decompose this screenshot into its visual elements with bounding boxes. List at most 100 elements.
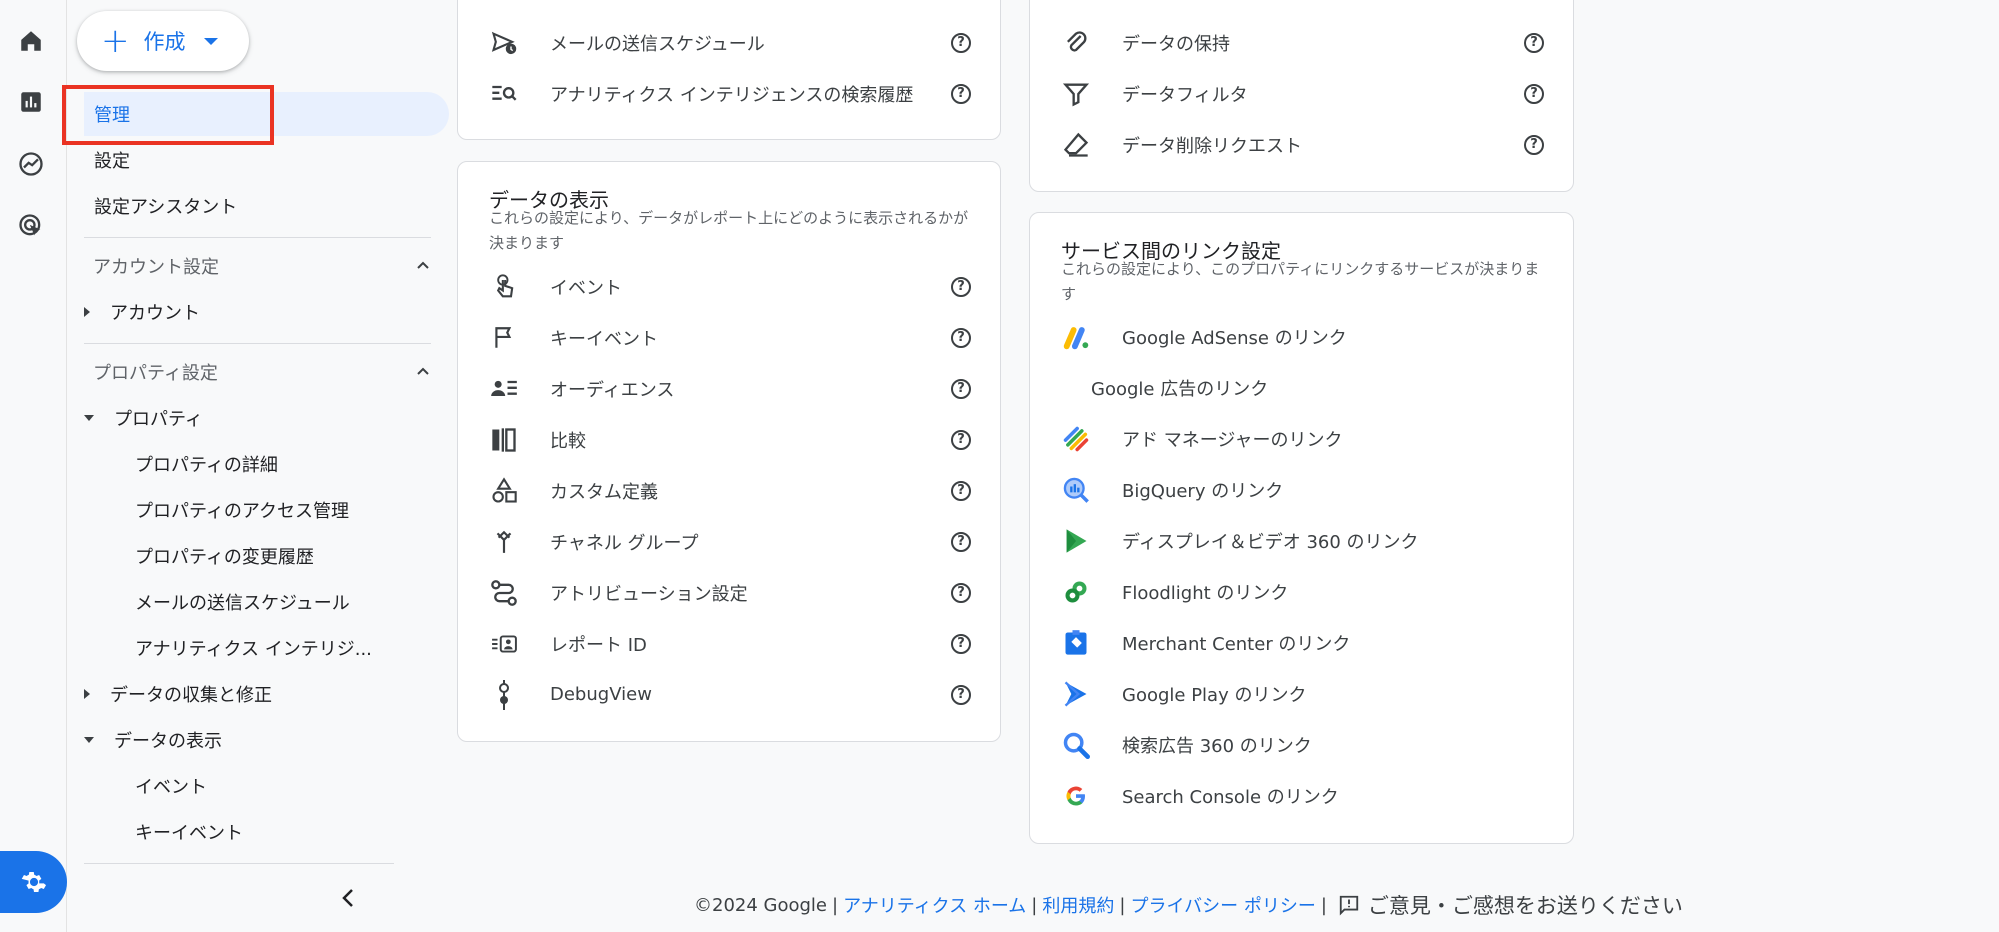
- dv360-logo-icon: [1060, 525, 1092, 557]
- nav-item-account[interactable]: アカウント: [84, 290, 200, 334]
- merge-icon: [488, 526, 520, 558]
- row-email-schedule[interactable]: メールの送信スケジュール ?: [458, 17, 1002, 68]
- account-settings-header[interactable]: アカウント設定: [93, 246, 431, 286]
- sa360-logo-icon: [1060, 729, 1092, 761]
- row-ad-manager-link[interactable]: アド マネージャーのリンク: [1030, 413, 1575, 464]
- collapse-chevron-left-icon[interactable]: [339, 887, 357, 909]
- row-events[interactable]: イベント ?: [458, 261, 1002, 312]
- footer-feedback-label: ご意見・ご感想をお送りください: [1367, 894, 1683, 918]
- row-data-filter[interactable]: データフィルタ ?: [1030, 68, 1575, 119]
- row-label: アナリティクス インテリジェンスの検索履歴: [550, 84, 914, 106]
- home-icon[interactable]: [16, 26, 46, 56]
- row-comparisons[interactable]: 比較 ?: [458, 414, 1002, 465]
- row-label: データフィルタ: [1122, 84, 1248, 106]
- reports-icon[interactable]: [16, 87, 46, 117]
- nav-item-property-details[interactable]: プロパティの詳細: [135, 442, 278, 486]
- row-label: 比較: [550, 430, 586, 452]
- row-label: データ削除リクエスト: [1122, 135, 1302, 157]
- row-label: アド マネージャーのリンク: [1122, 429, 1343, 451]
- row-debugview[interactable]: DebugView ?: [458, 669, 1002, 720]
- help-icon[interactable]: ?: [1524, 83, 1544, 104]
- route-icon: [488, 577, 520, 609]
- nav-item-analytics-intelligence[interactable]: アナリティクス インテリジ...: [135, 626, 372, 670]
- nav-item-property-history[interactable]: プロパティの変更履歴: [135, 534, 314, 578]
- explore-icon[interactable]: [16, 149, 46, 179]
- row-report-id[interactable]: レポート ID ?: [458, 618, 1002, 669]
- footer: ©2024 Google | アナリティクス ホーム | 利用規約 | プライバ…: [694, 890, 1683, 920]
- card-description: これらの設定により、このプロパティにリンクするサービスが決まります: [1061, 260, 1540, 303]
- footer-privacy-link[interactable]: プライバシー ポリシー: [1130, 892, 1315, 918]
- row-label: Google 広告のリンク: [1091, 378, 1269, 400]
- row-merchant-center-link[interactable]: Merchant Center のリンク: [1030, 617, 1575, 668]
- highlight-admin: [62, 85, 274, 145]
- account-settings-label: アカウント設定: [93, 257, 219, 278]
- property-settings-header[interactable]: プロパティ設定: [93, 352, 431, 392]
- row-attribution-settings[interactable]: アトリビューション設定 ?: [458, 567, 1002, 618]
- help-icon[interactable]: ?: [951, 327, 971, 348]
- nav-item-setup-assistant[interactable]: 設定アシスタント: [94, 184, 237, 228]
- search-list-icon: [488, 78, 520, 110]
- footer-feedback-link[interactable]: ご意見・ご感想をお送りください: [1332, 890, 1683, 920]
- card-data-settings: データの保持 ? データフィルタ ? データ削除リクエスト ?: [1029, 0, 1574, 192]
- help-icon[interactable]: ?: [951, 429, 971, 450]
- advertising-icon[interactable]: [16, 211, 46, 241]
- row-intelligence-history[interactable]: アナリティクス インテリジェンスの検索履歴 ?: [458, 68, 1002, 119]
- row-search-console-link[interactable]: Search Console のリンク: [1030, 770, 1575, 821]
- help-icon[interactable]: ?: [951, 582, 971, 603]
- help-icon[interactable]: ?: [951, 684, 971, 705]
- footer-copyright: ©2024 Google: [694, 894, 828, 916]
- nav-item-key-events[interactable]: キーイベント: [135, 810, 243, 854]
- nav-data-display-label: データの表示: [114, 731, 222, 752]
- row-label: キーイベント: [550, 328, 658, 350]
- row-google-ads-link[interactable]: Google 広告のリンク: [1030, 362, 1575, 413]
- row-adsense-link[interactable]: Google AdSense のリンク: [1030, 311, 1575, 362]
- help-icon[interactable]: ?: [951, 378, 971, 399]
- row-data-deletion[interactable]: データ削除リクエスト ?: [1030, 119, 1575, 170]
- nav-item-events[interactable]: イベント: [135, 764, 207, 808]
- nav-item-data-collection[interactable]: データの収集と修正: [84, 672, 272, 716]
- row-label: カスタム定義: [550, 481, 658, 503]
- help-icon[interactable]: ?: [951, 480, 971, 501]
- ad-manager-logo-icon: [1060, 423, 1092, 455]
- nav-item-data-display[interactable]: データの表示: [84, 718, 222, 762]
- help-icon[interactable]: ?: [951, 633, 971, 654]
- row-label: オーディエンス: [550, 379, 675, 401]
- row-label: Merchant Center のリンク: [1122, 633, 1351, 655]
- help-icon[interactable]: ?: [951, 276, 971, 297]
- footer-terms-link[interactable]: 利用規約: [1042, 892, 1114, 918]
- row-label: データの保持: [1122, 33, 1230, 55]
- row-key-events[interactable]: キーイベント ?: [458, 312, 1002, 363]
- row-dv360-link[interactable]: ディスプレイ＆ビデオ 360 のリンク: [1030, 515, 1575, 566]
- row-audiences[interactable]: オーディエンス ?: [458, 363, 1002, 414]
- nav-property-history-label: プロパティの変更履歴: [135, 547, 314, 568]
- help-icon[interactable]: ?: [1524, 32, 1544, 53]
- nav-property-label: プロパティ: [114, 409, 203, 430]
- row-data-retention[interactable]: データの保持 ?: [1030, 17, 1575, 68]
- icon-rail: [0, 0, 67, 932]
- row-bigquery-link[interactable]: BigQuery のリンク: [1030, 464, 1575, 515]
- footer-separator: |: [1320, 894, 1327, 916]
- nav-item-email-schedule[interactable]: メールの送信スケジュール: [135, 580, 350, 624]
- row-channel-groups[interactable]: チャネル グループ ?: [458, 516, 1002, 567]
- row-custom-definitions[interactable]: カスタム定義 ?: [458, 465, 1002, 516]
- row-sa360-link[interactable]: 検索広告 360 のリンク: [1030, 719, 1575, 770]
- nav-email-schedule-label: メールの送信スケジュール: [135, 593, 350, 614]
- footer-separator: |: [832, 894, 839, 916]
- nav-account-label: アカウント: [110, 303, 200, 324]
- nav-item-property-access[interactable]: プロパティのアクセス管理: [135, 488, 349, 532]
- caret-down-icon: [84, 415, 94, 421]
- help-icon[interactable]: ?: [1524, 134, 1544, 155]
- audience-icon: [488, 373, 520, 405]
- help-icon[interactable]: ?: [951, 531, 971, 552]
- caret-right-icon: [84, 689, 90, 699]
- footer-home-link[interactable]: アナリティクス ホーム: [843, 892, 1026, 918]
- nav-item-property[interactable]: プロパティ: [84, 396, 203, 440]
- help-icon[interactable]: ?: [951, 83, 971, 104]
- help-icon[interactable]: ?: [951, 32, 971, 53]
- caret-down-icon: [84, 737, 94, 743]
- row-label: Search Console のリンク: [1122, 786, 1339, 808]
- nav-analytics-intelligence-label: アナリティクス インテリジ...: [135, 639, 372, 660]
- row-floodlight-link[interactable]: Floodlight のリンク: [1030, 566, 1575, 617]
- admin-gear-icon[interactable]: [0, 851, 67, 913]
- row-google-play-link[interactable]: Google Play のリンク: [1030, 668, 1575, 719]
